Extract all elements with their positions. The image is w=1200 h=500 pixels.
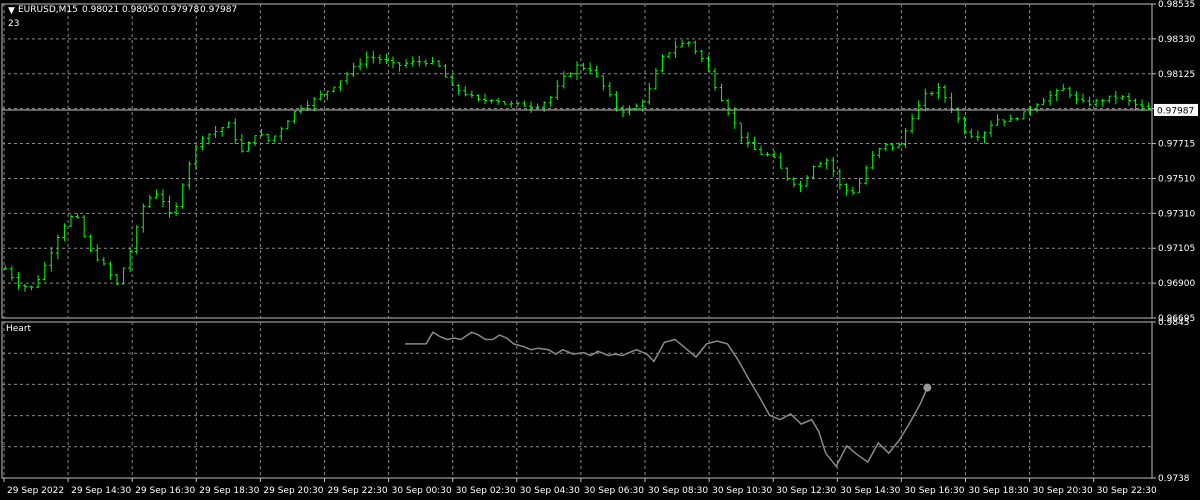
y-axis-label: 0.98125 [1158, 70, 1195, 80]
x-axis-label: 29 Sep 22:30 [328, 486, 388, 496]
symbol-label: EURUSD,M15 [18, 5, 78, 15]
x-axis-label: 30 Sep 18:30 [969, 486, 1029, 496]
y-axis-label: 0.98330 [1158, 35, 1195, 45]
x-axis-label: 30 Sep 14:30 [840, 486, 900, 496]
dropdown-triangle-icon[interactable]: ▼ [8, 6, 15, 16]
x-axis-label: 30 Sep 02:30 [456, 486, 516, 496]
x-axis-label: 30 Sep 16:30 [904, 486, 964, 496]
indicator-y-label: 0.9845 [1158, 318, 1190, 328]
y-axis-label: 0.96900 [1158, 279, 1195, 289]
y-axis-label: 0.97310 [1158, 209, 1195, 219]
y-axis-label: 0.98535 [1158, 0, 1195, 10]
x-axis-label: 29 Sep 2022 [7, 486, 64, 496]
ohlc-open: 0.98021 [82, 5, 120, 15]
indicator-name: Heart [6, 324, 32, 334]
indicator-endpoint-marker [923, 383, 932, 392]
ohlc-low: 0.97978 [162, 5, 200, 15]
x-axis-label: 30 Sep 08:30 [648, 486, 708, 496]
x-axis-label: 29 Sep 14:30 [71, 486, 131, 496]
x-axis-label: 30 Sep 00:30 [392, 486, 452, 496]
current-price-label: 0.97987 [1157, 106, 1194, 116]
sub-label: 23 [8, 19, 20, 29]
y-axis-label: 0.97510 [1158, 174, 1195, 184]
y-axis-label: 0.97105 [1158, 244, 1195, 254]
main-pane-frame [1, 3, 1153, 319]
heart-indicator-line [405, 331, 929, 468]
x-axis-label: 30 Sep 10:30 [712, 486, 772, 496]
y-axis-label: 0.97715 [1158, 140, 1195, 150]
x-axis-label: 30 Sep 04:30 [520, 486, 580, 496]
x-axis-label: 30 Sep 20:30 [1033, 486, 1093, 496]
x-axis-label: 30 Sep 12:30 [776, 486, 836, 496]
x-axis-label: 30 Sep 22:30 [1097, 486, 1157, 496]
x-axis-label: 29 Sep 20:30 [263, 486, 323, 496]
x-axis-label: 30 Sep 06:30 [584, 486, 644, 496]
ohlc-high: 0.98050 [122, 5, 160, 15]
indicator-pane-frame [1, 321, 1153, 479]
x-axis-label: 29 Sep 16:30 [135, 486, 195, 496]
ohlc-close: 0.97987 [200, 5, 238, 15]
x-axis-label: 29 Sep 18:30 [199, 486, 259, 496]
indicator-y-label: 0.9738 [1158, 474, 1190, 484]
trading-chart[interactable]: 0.985350.983300.981250.979200.977150.975… [0, 0, 1200, 500]
